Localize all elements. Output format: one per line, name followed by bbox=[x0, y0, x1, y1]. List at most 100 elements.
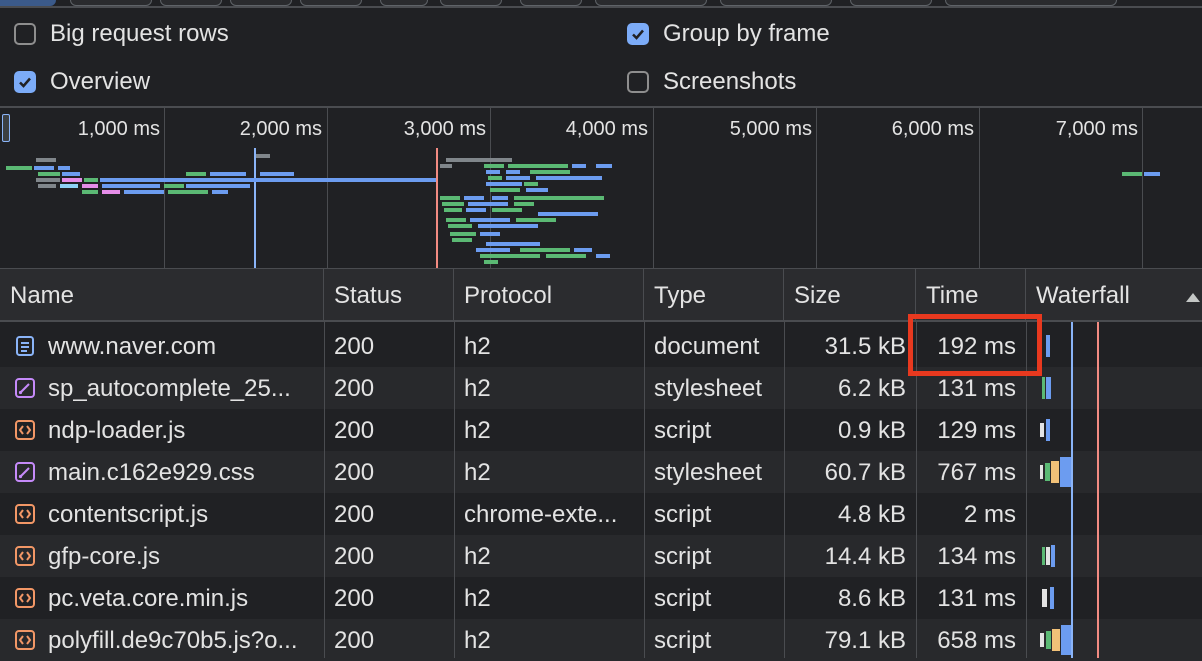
request-size: 4.8 kB bbox=[837, 501, 906, 528]
waterfall-bar bbox=[1046, 419, 1050, 441]
waterfall-bar bbox=[1040, 423, 1044, 437]
waterfall-bar bbox=[1040, 633, 1044, 647]
waterfall-bar bbox=[1046, 631, 1051, 649]
overview-gridline bbox=[653, 108, 654, 268]
overview-gridline bbox=[816, 108, 817, 268]
request-time: 658 ms bbox=[937, 627, 1016, 654]
table-row[interactable]: gfp-core.js 200 h2 script 14.4 kB 134 ms bbox=[0, 535, 1202, 577]
request-status: 200 bbox=[334, 417, 375, 444]
request-protocol: h2 bbox=[464, 333, 491, 360]
sort-ascending-icon bbox=[1186, 293, 1200, 302]
overview-gridline bbox=[1142, 108, 1143, 268]
request-size: 8.6 kB bbox=[837, 585, 906, 612]
column-divider bbox=[454, 322, 455, 658]
stylesheet-icon bbox=[15, 378, 35, 398]
screenshots-label: Screenshots bbox=[663, 68, 797, 95]
stylesheet-icon bbox=[15, 462, 35, 482]
request-name: pc.veta.core.min.js bbox=[48, 585, 249, 612]
waterfall-bar bbox=[1046, 547, 1050, 565]
request-time: 767 ms bbox=[937, 459, 1016, 486]
overview-option[interactable]: Overview bbox=[14, 64, 150, 100]
request-size: 60.7 kB bbox=[824, 459, 906, 486]
screenshots-checkbox[interactable] bbox=[627, 71, 649, 93]
table-row[interactable]: contentscript.js 200 chrome-exte... scri… bbox=[0, 493, 1202, 535]
request-size: 6.2 kB bbox=[837, 375, 906, 402]
column-header-type[interactable]: Type bbox=[644, 269, 784, 321]
waterfall-bar bbox=[1050, 587, 1054, 609]
overview-gridline bbox=[164, 108, 165, 268]
request-name: ndp-loader.js bbox=[48, 417, 186, 444]
overview-checkbox[interactable] bbox=[14, 71, 36, 93]
request-protocol: h2 bbox=[464, 375, 491, 402]
request-time: 129 ms bbox=[937, 417, 1016, 444]
big-request-rows-label: Big request rows bbox=[50, 20, 229, 47]
request-protocol: h2 bbox=[464, 417, 491, 444]
script-icon bbox=[15, 588, 35, 608]
script-icon bbox=[15, 630, 35, 650]
waterfall-dom-content-loaded-line bbox=[1071, 322, 1073, 658]
request-name: main.c162e929.css bbox=[48, 459, 255, 486]
request-status: 200 bbox=[334, 585, 375, 612]
overview-tick-label: 2,000 ms bbox=[239, 118, 322, 140]
request-protocol: h2 bbox=[464, 459, 491, 486]
script-icon bbox=[15, 420, 35, 440]
request-name: sp_autocomplete_25... bbox=[48, 375, 291, 402]
column-header-status[interactable]: Status bbox=[324, 269, 454, 321]
waterfall-bar bbox=[1051, 461, 1059, 483]
request-size: 31.5 kB bbox=[824, 333, 906, 360]
waterfall-bar bbox=[1051, 545, 1055, 567]
overview-tick-label: 5,000 ms bbox=[729, 118, 812, 140]
dom-content-loaded-marker bbox=[254, 148, 256, 268]
column-divider bbox=[644, 322, 645, 658]
overview-label: Overview bbox=[50, 68, 151, 95]
overview-tick-label: 6,000 ms bbox=[891, 118, 974, 140]
annotation-highlight-box bbox=[908, 314, 1042, 376]
group-by-frame-checkbox[interactable] bbox=[627, 23, 649, 45]
overview-tick-label: 1,000 ms bbox=[77, 118, 160, 140]
column-header-waterfall[interactable]: Waterfall bbox=[1026, 269, 1202, 321]
request-name: polyfill.de9c70b5.js?o... bbox=[48, 627, 298, 654]
request-status: 200 bbox=[334, 543, 375, 570]
request-type: script bbox=[654, 543, 712, 570]
overview-tick-label: 7,000 ms bbox=[1055, 118, 1138, 140]
request-protocol: h2 bbox=[464, 627, 491, 654]
overview-timeline[interactable]: 1,000 ms 2,000 ms 3,000 ms 4,000 ms 5,00… bbox=[0, 108, 1202, 268]
waterfall-bar bbox=[1045, 463, 1050, 481]
request-protocol: chrome-exte... bbox=[464, 501, 618, 528]
big-request-rows-option[interactable]: Big request rows bbox=[14, 16, 229, 52]
overview-drag-handle[interactable] bbox=[2, 114, 10, 142]
request-size: 79.1 kB bbox=[824, 627, 906, 654]
overview-tick-label: 3,000 ms bbox=[403, 118, 486, 140]
request-type: script bbox=[654, 585, 712, 612]
overview-gridline bbox=[327, 108, 328, 268]
column-header-size[interactable]: Size bbox=[784, 269, 916, 321]
table-row[interactable]: ndp-loader.js 200 h2 script 0.9 kB 129 m… bbox=[0, 409, 1202, 451]
request-protocol: h2 bbox=[464, 543, 491, 570]
table-row[interactable]: main.c162e929.css 200 h2 stylesheet 60.7… bbox=[0, 451, 1202, 493]
request-size: 14.4 kB bbox=[824, 543, 906, 570]
table-row[interactable]: pc.veta.core.min.js 200 h2 script 8.6 kB… bbox=[0, 577, 1202, 619]
network-settings: Big request rows Group by frame Overview… bbox=[0, 8, 1202, 106]
request-type: script bbox=[654, 417, 712, 444]
request-status: 200 bbox=[334, 627, 375, 654]
overview-gridline bbox=[979, 108, 980, 268]
waterfall-bar bbox=[1046, 377, 1051, 399]
waterfall-bar bbox=[1042, 547, 1045, 565]
script-icon bbox=[15, 504, 35, 524]
request-type: stylesheet bbox=[654, 459, 763, 486]
screenshots-option[interactable]: Screenshots bbox=[627, 64, 796, 100]
table-row[interactable]: polyfill.de9c70b5.js?o... 200 h2 script … bbox=[0, 619, 1202, 661]
column-header-name[interactable]: Name bbox=[0, 269, 324, 321]
group-by-frame-option[interactable]: Group by frame bbox=[627, 16, 830, 52]
big-request-rows-checkbox[interactable] bbox=[14, 23, 36, 45]
request-protocol: h2 bbox=[464, 585, 491, 612]
column-divider bbox=[324, 322, 325, 658]
column-divider bbox=[784, 322, 785, 658]
column-header-protocol[interactable]: Protocol bbox=[454, 269, 644, 321]
request-status: 200 bbox=[334, 333, 375, 360]
waterfall-bar bbox=[1046, 335, 1050, 357]
script-icon bbox=[15, 546, 35, 566]
request-name: www.naver.com bbox=[48, 333, 217, 360]
request-size: 0.9 kB bbox=[837, 417, 906, 444]
load-event-marker bbox=[436, 148, 438, 268]
